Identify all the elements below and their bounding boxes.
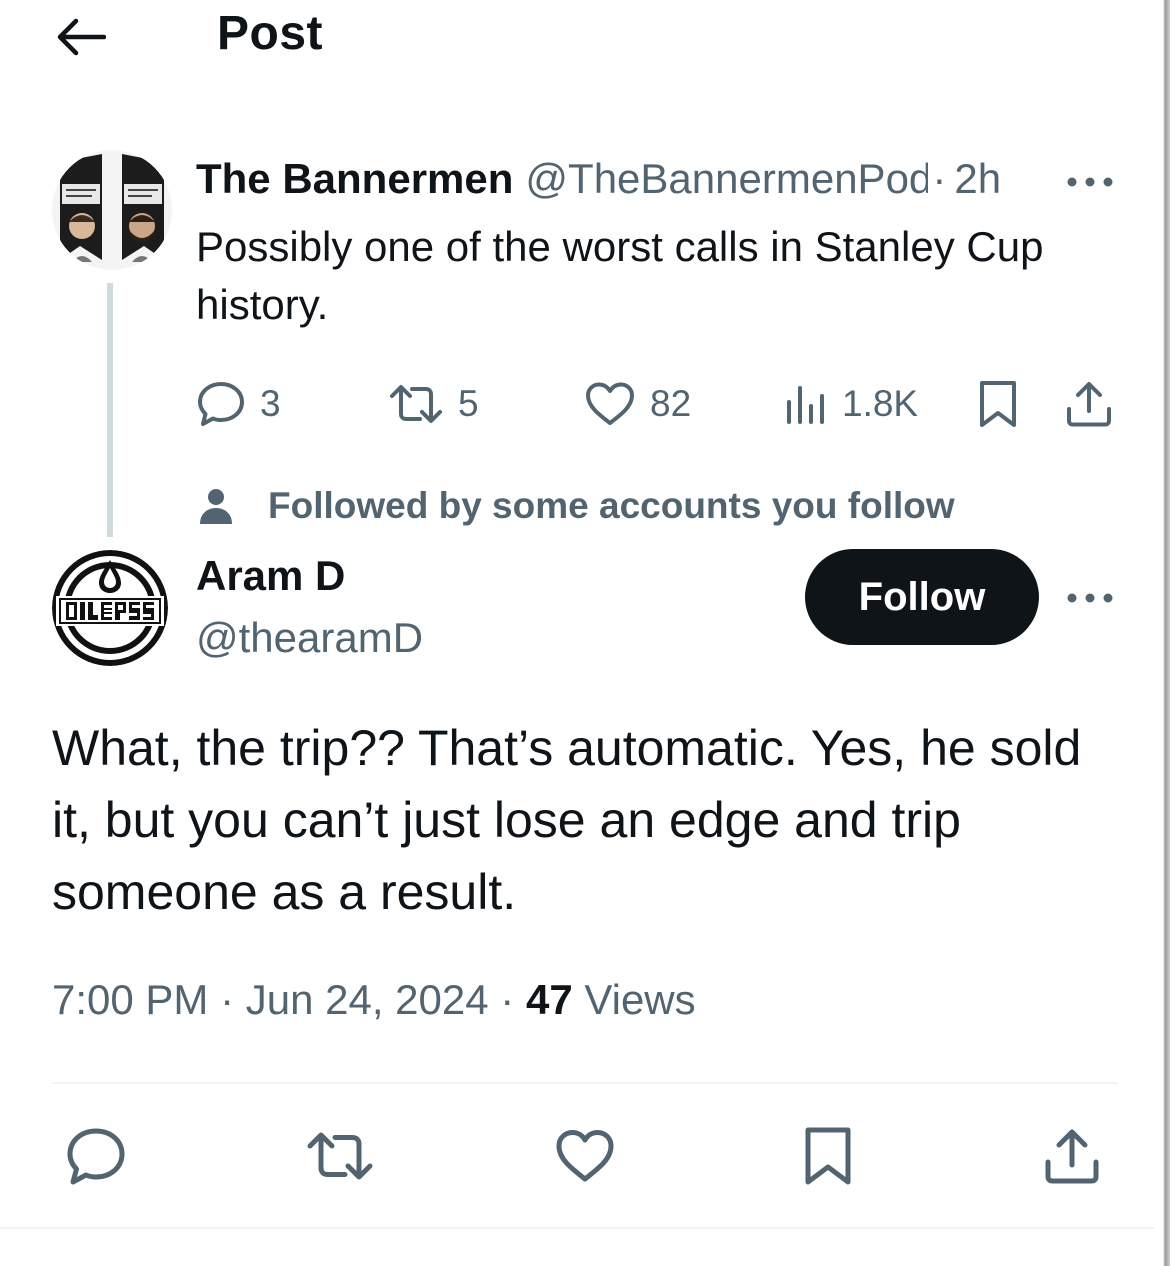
like-icon [556, 1130, 614, 1182]
reply-button[interactable] [58, 1118, 134, 1194]
like-button[interactable] [547, 1118, 623, 1194]
repost-button[interactable] [302, 1118, 378, 1194]
repost-icon [307, 1132, 373, 1180]
more-horizontal-icon [1067, 177, 1113, 187]
follow-button[interactable]: Follow [805, 549, 1039, 645]
repost-button[interactable]: 5 [388, 372, 479, 436]
social-context: Followed by some accounts you follow [196, 485, 955, 527]
post-text: What, the trip?? That’s automatic. Yes, … [52, 720, 1082, 920]
author-name[interactable]: Aram D [196, 552, 345, 600]
like-icon [586, 382, 634, 425]
post-time[interactable]: 2h [954, 155, 1001, 203]
bookmark-icon [980, 381, 1016, 427]
repost-icon [390, 385, 442, 423]
reply-count: 3 [260, 383, 281, 424]
repost-count: 5 [458, 383, 479, 424]
views-icon [787, 386, 824, 424]
bookmark-button[interactable] [976, 372, 1020, 436]
post-header: The Bannermen @TheBannermenPod · 2h [196, 155, 1041, 207]
back-button[interactable] [50, 12, 110, 62]
divider [52, 1082, 1118, 1084]
avatar[interactable] [52, 550, 168, 666]
bannermen-podcast-avatar [52, 150, 172, 270]
window-edge [1154, 0, 1170, 1266]
reply-icon [67, 1128, 125, 1185]
reply-icon [198, 382, 244, 426]
share-icon [1067, 382, 1111, 427]
more-options-button[interactable] [1060, 162, 1120, 202]
bookmark-button[interactable] [790, 1118, 866, 1194]
post-action-bar [52, 1118, 1118, 1194]
like-count: 82 [650, 383, 692, 424]
author-handle[interactable]: @thearamD [196, 614, 423, 662]
divider [0, 1227, 1154, 1229]
oilers-logo-avatar [52, 550, 168, 666]
more-options-button[interactable] [1060, 578, 1120, 618]
thread-connector [107, 283, 113, 537]
post-meta: 7:00 PM · Jun 24, 2024 · 47 Views [52, 976, 696, 1024]
more-horizontal-icon [1067, 593, 1113, 603]
views-button[interactable]: 1.8K [784, 372, 918, 436]
person-icon [200, 489, 232, 524]
author-name[interactable]: The Bannermen [196, 155, 513, 203]
post-text: Possibly one of the worst calls in Stanl… [196, 223, 1044, 328]
social-context-text: Followed by some accounts you follow [268, 485, 955, 526]
post-actions: 3 5 82 1.8K [196, 372, 1136, 436]
bookmark-icon [805, 1127, 851, 1185]
views-count: 47 [525, 976, 573, 1023]
arrow-left-icon [57, 18, 106, 56]
avatar[interactable] [52, 150, 172, 270]
reply-button[interactable]: 3 [196, 372, 281, 436]
separator: · [500, 976, 515, 1023]
share-button[interactable] [1034, 1118, 1110, 1194]
post-timestamp[interactable]: 7:00 PM · Jun 24, 2024 [52, 976, 489, 1023]
author-handle[interactable]: @TheBannermenPod [525, 155, 928, 203]
views-label: Views [584, 976, 696, 1023]
page-title: Post [217, 7, 324, 60]
views-count: 1.8K [842, 383, 919, 424]
share-button[interactable] [1064, 372, 1114, 436]
like-button[interactable]: 82 [584, 372, 691, 436]
share-icon [1045, 1129, 1099, 1184]
separator: · [932, 155, 947, 202]
